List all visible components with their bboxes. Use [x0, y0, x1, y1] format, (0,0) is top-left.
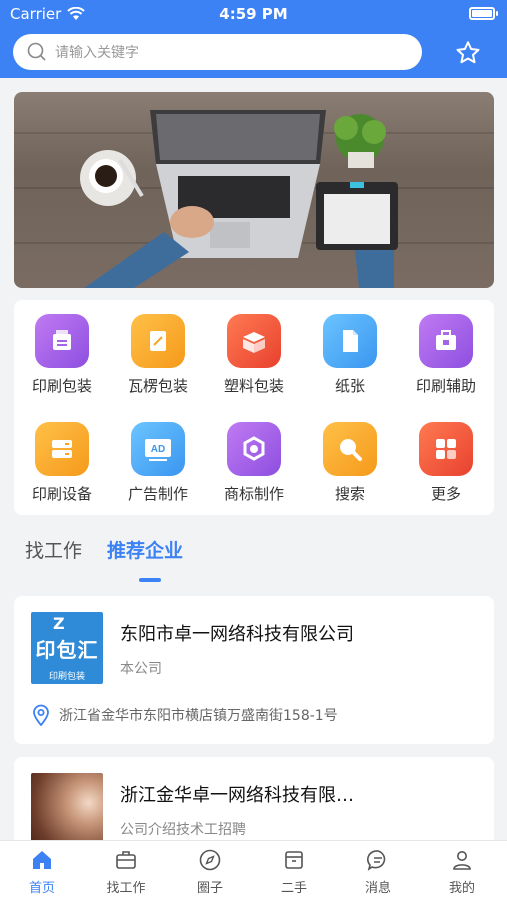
paper-icon: [323, 314, 377, 368]
category-search[interactable]: 搜索: [302, 422, 398, 504]
category-label: 商标制作: [223, 485, 284, 503]
tab-find-job[interactable]: 找工作: [25, 536, 82, 563]
category-print-aid[interactable]: 印刷辅助: [398, 314, 494, 396]
plastic-package-icon: [227, 314, 281, 368]
svg-text:AD: AD: [151, 444, 165, 455]
nav-home[interactable]: 首页: [0, 847, 84, 896]
logo-text: 印包汇: [35, 638, 99, 662]
box-icon: [285, 851, 303, 869]
nav-label: 我的: [448, 881, 475, 896]
status-bar: Carrier 4:59 PM: [0, 0, 507, 30]
ad-production-icon: AD: [131, 422, 185, 476]
logo-subtext: 印刷包装: [48, 672, 85, 682]
nav-circle[interactable]: 圈子: [168, 847, 252, 896]
corrugated-package-icon: [131, 314, 185, 368]
message-icon: [367, 850, 386, 871]
nav-messages[interactable]: 消息: [336, 847, 420, 896]
category-ad-production[interactable]: AD 广告制作: [110, 422, 206, 504]
company-address: 浙江省金华市东阳市横店镇万盛南街158-1号: [31, 704, 338, 726]
category-label: 搜索: [334, 485, 365, 503]
category-label: 瓦楞包装: [127, 377, 188, 395]
header: Carrier 4:59 PM 请输入关键字: [0, 0, 507, 78]
category-label: 纸张: [334, 377, 365, 395]
star-icon: [456, 41, 480, 64]
location-pin-icon: [33, 704, 49, 726]
nav-profile[interactable]: 我的: [420, 847, 504, 896]
category-label: 更多: [430, 485, 461, 503]
banner-illustration: [80, 110, 398, 288]
category-label: 广告制作: [127, 485, 188, 503]
briefcase-icon: [116, 851, 136, 869]
nav-find-job[interactable]: 找工作: [84, 847, 168, 896]
category-more[interactable]: 更多: [398, 422, 494, 504]
print-package-icon: [35, 314, 89, 368]
category-label: 印刷辅助: [415, 377, 476, 395]
banner-image[interactable]: [14, 92, 494, 288]
company-description: 公司介绍技术工招聘: [120, 822, 246, 838]
logo-mark: Z: [53, 614, 65, 633]
category-trademark[interactable]: 商标制作: [206, 422, 302, 504]
category-print-equipment[interactable]: 印刷设备: [14, 422, 110, 504]
bottom-navigation: 首页 找工作 圈子 二手 消息 我的: [0, 840, 507, 900]
address-text: 浙江省金华市东阳市横店镇万盛南街158-1号: [59, 708, 338, 724]
search-icon: [27, 42, 46, 61]
active-tab-indicator: [139, 578, 161, 582]
nav-label: 首页: [28, 881, 55, 896]
nav-label: 二手: [280, 881, 307, 896]
search-icon: [323, 422, 377, 476]
category-paper[interactable]: 纸张: [302, 314, 398, 396]
print-equipment-icon: [35, 422, 89, 476]
company-logo: [31, 773, 103, 847]
company-card[interactable]: Z 印包汇 印刷包装 东阳市卓一网络科技有限公司 本公司 浙江省金华市东阳市横店…: [14, 596, 494, 744]
category-corrugated-package[interactable]: 瓦楞包装: [110, 314, 206, 396]
category-grid: 印刷包装 瓦楞包装 塑料包装 纸张 印刷辅助 印刷设备 AD 广告制作 商标制作…: [14, 300, 494, 515]
category-plastic-package[interactable]: 塑料包装: [206, 314, 302, 396]
company-logo: Z 印包汇 印刷包装: [31, 612, 103, 684]
company-card[interactable]: 浙江金华卓一网络科技有限… 公司介绍技术工招聘: [14, 757, 494, 847]
tab-recommended-companies[interactable]: 推荐企业: [107, 536, 183, 563]
company-description: 本公司: [120, 661, 162, 677]
company-name: 东阳市卓一网络科技有限公司: [120, 624, 354, 645]
trademark-icon: [227, 422, 281, 476]
company-name: 浙江金华卓一网络科技有限…: [120, 785, 354, 806]
category-label: 印刷包装: [31, 377, 92, 395]
category-label: 印刷设备: [31, 485, 92, 503]
user-icon: [453, 851, 471, 870]
more-icon: [419, 422, 473, 476]
nav-label: 圈子: [196, 881, 223, 896]
print-aid-icon: [419, 314, 473, 368]
search-placeholder: 请输入关键字: [55, 45, 139, 61]
nav-label: 消息: [364, 881, 391, 896]
nav-second-hand[interactable]: 二手: [252, 847, 336, 896]
favorite-button[interactable]: [454, 39, 482, 67]
compass-icon: [199, 849, 221, 871]
search-bar[interactable]: 请输入关键字: [13, 34, 422, 70]
clock: 4:59 PM: [219, 5, 288, 23]
category-print-package[interactable]: 印刷包装: [14, 314, 110, 396]
home-icon: [33, 851, 51, 869]
category-label: 塑料包装: [223, 377, 284, 395]
nav-label: 找工作: [106, 881, 146, 896]
battery-icon: [469, 7, 498, 20]
